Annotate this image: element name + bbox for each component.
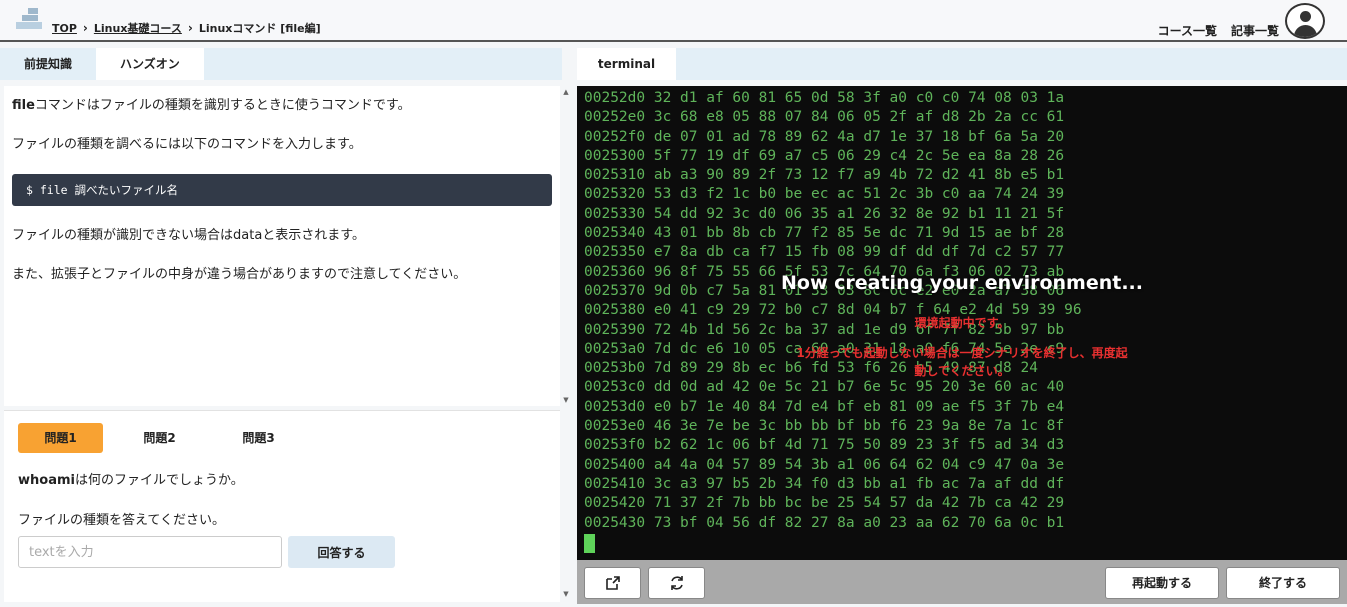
terminal-cursor xyxy=(584,534,595,553)
answer-input[interactable] xyxy=(18,536,282,568)
question-tabs: 問題1 問題2 問題3 xyxy=(18,423,315,453)
paragraph: ファイルの種類を調べるには以下のコマンドを入力します。 xyxy=(12,136,362,152)
terminal-line: 0025410 3c a3 97 b5 2b 34 f0 d3 bb a1 fb… xyxy=(584,475,1065,492)
question-panel: 問題1 問題2 問題3 whoamiは何のファイルでしょうか。 ファイルの種類を… xyxy=(4,410,560,602)
command-name: file xyxy=(12,98,35,113)
header: TOP › Linux基礎コース › Linuxコマンド [file編] コース… xyxy=(0,0,1347,42)
chevron-right-icon: › xyxy=(187,21,193,35)
scroll-up-icon[interactable]: ▲ xyxy=(561,88,571,96)
question-text: whoamiは何のファイルでしょうか。 xyxy=(18,469,244,488)
terminal-line: 0025340 43 01 bb 8b cb 77 f2 85 5e dc 71… xyxy=(584,225,1065,242)
terminal-toolbar: 再起動する 終了する xyxy=(577,560,1347,604)
restart-button[interactable]: 再起動する xyxy=(1105,567,1219,599)
terminal-line: 0025300 5f 77 19 df 69 a7 c5 06 29 c4 2c… xyxy=(584,147,1065,164)
refresh-icon xyxy=(670,576,683,590)
paragraph: ファイルの種類が識別できない場合はdataと表示されます。 xyxy=(12,227,365,243)
course-list-link[interactable]: コース一覧 xyxy=(1158,22,1217,39)
terminal-line: 00253d0 e0 b7 1e 40 84 7d e4 bf eb 81 09… xyxy=(584,398,1065,415)
paragraph: fileコマンドはファイルの種類を識別するときに使うコマンドです。 xyxy=(12,96,552,117)
question-scrollbar[interactable]: ▼ xyxy=(561,410,571,602)
terminal-screen[interactable]: 00252d0 32 d1 af 60 81 65 0d 58 3f a0 c0… xyxy=(577,86,1347,560)
terminal-line: 0025420 71 37 2f 7b bb bc be 25 54 57 da… xyxy=(584,495,1065,512)
terminal-line: 0025310 ab a3 90 89 2f 73 12 f7 a9 4b 72… xyxy=(584,167,1065,184)
terminal-line: 0025320 53 d3 f2 1c b0 be ec ac 51 2c 3b… xyxy=(584,186,1065,203)
environment-loading-title: Now creating your environment... xyxy=(781,272,1143,294)
code-block: $ file 調べたいファイル名 xyxy=(12,173,552,206)
tab-terminal[interactable]: terminal xyxy=(577,48,676,80)
environment-status-message: 環境起動中です。 xyxy=(914,316,1010,330)
article-list-link[interactable]: 記事一覧 xyxy=(1231,22,1279,39)
question-tab-2[interactable]: 問題2 xyxy=(117,423,202,453)
question-tab-1[interactable]: 問題1 xyxy=(18,423,103,453)
breadcrumb-top-link[interactable]: TOP xyxy=(52,22,77,35)
question-text-rest: は何のファイルでしょうか。 xyxy=(74,473,244,488)
paragraph-text: コマンドはファイルの種類を識別するときに使うコマンドです。 xyxy=(34,98,411,113)
terminal-line: 00253f0 b2 62 1c 06 bf 4d 71 75 50 89 23… xyxy=(584,437,1065,454)
question-tab-3[interactable]: 問題3 xyxy=(216,423,301,453)
logo-icon[interactable] xyxy=(16,8,42,30)
terminal-line: 0025400 a4 4a 04 57 89 54 3b a1 06 64 62… xyxy=(584,456,1065,473)
chevron-right-icon: › xyxy=(82,21,88,35)
paragraph: また、拡張子とファイルの中身が違う場合がありますので注意してください。 xyxy=(12,266,467,282)
avatar-icon[interactable] xyxy=(1285,3,1325,39)
environment-status-message: 動してください。 xyxy=(914,364,1010,378)
scroll-down-icon[interactable]: ▼ xyxy=(561,396,571,404)
scroll-down-icon[interactable]: ▼ xyxy=(561,590,571,598)
breadcrumb-current: Linuxコマンド [file編] xyxy=(198,22,321,35)
finish-button[interactable]: 終了する xyxy=(1226,567,1340,599)
terminal-line: 0025330 54 dd 92 3c d0 06 35 a1 26 32 8e… xyxy=(584,205,1065,222)
breadcrumb: TOP › Linux基礎コース › Linuxコマンド [file編] xyxy=(52,20,321,36)
refresh-button[interactable] xyxy=(648,567,705,599)
question-instruction: ファイルの種類を答えてください。 xyxy=(18,513,225,528)
terminal-line: 00253c0 dd 0d ad 42 0e 5c 21 b7 6e 5c 95… xyxy=(584,379,1065,396)
terminal-line: 00252f0 de 07 01 ad 78 89 62 4a d7 1e 37… xyxy=(584,128,1065,145)
lesson-content: fileコマンドはファイルの種類を識別するときに使うコマンドです。 ファイルの種… xyxy=(4,86,560,406)
open-external-icon xyxy=(605,576,620,590)
terminal-line: 00252d0 32 d1 af 60 81 65 0d 58 3f a0 c0… xyxy=(584,90,1065,106)
content-scrollbar[interactable]: ▲ ▼ xyxy=(561,86,571,406)
terminal-line: 00253e0 46 3e 7e be 3c bb bb bf bb f6 23… xyxy=(584,418,1065,435)
environment-status-message: 1分経っても起動しない場合は一度シナリオを終了し、再度起 xyxy=(796,346,1128,360)
left-tab-bar: 前提知識 ハンズオン xyxy=(0,48,562,80)
tab-prerequisites[interactable]: 前提知識 xyxy=(0,48,96,80)
terminal-output: 00252d0 32 d1 af 60 81 65 0d 58 3f a0 c0… xyxy=(584,89,1082,533)
tab-hands-on[interactable]: ハンズオン xyxy=(96,48,204,80)
breadcrumb-course-link[interactable]: Linux基礎コース xyxy=(94,20,182,36)
terminal-line: 0025350 e7 8a db ca f7 15 fb 08 99 df dd… xyxy=(584,244,1065,261)
submit-answer-button[interactable]: 回答する xyxy=(288,536,395,568)
terminal-tab-bar: terminal xyxy=(577,48,1347,80)
header-links: コース一覧 記事一覧 xyxy=(1158,22,1279,39)
question-keyword: whoami xyxy=(18,473,75,488)
terminal-line: 00252e0 3c 68 e8 05 88 07 84 06 05 2f af… xyxy=(584,109,1065,126)
open-external-button[interactable] xyxy=(584,567,641,599)
terminal-line: 0025430 73 bf 04 56 df 82 27 8a a0 23 aa… xyxy=(584,514,1065,531)
